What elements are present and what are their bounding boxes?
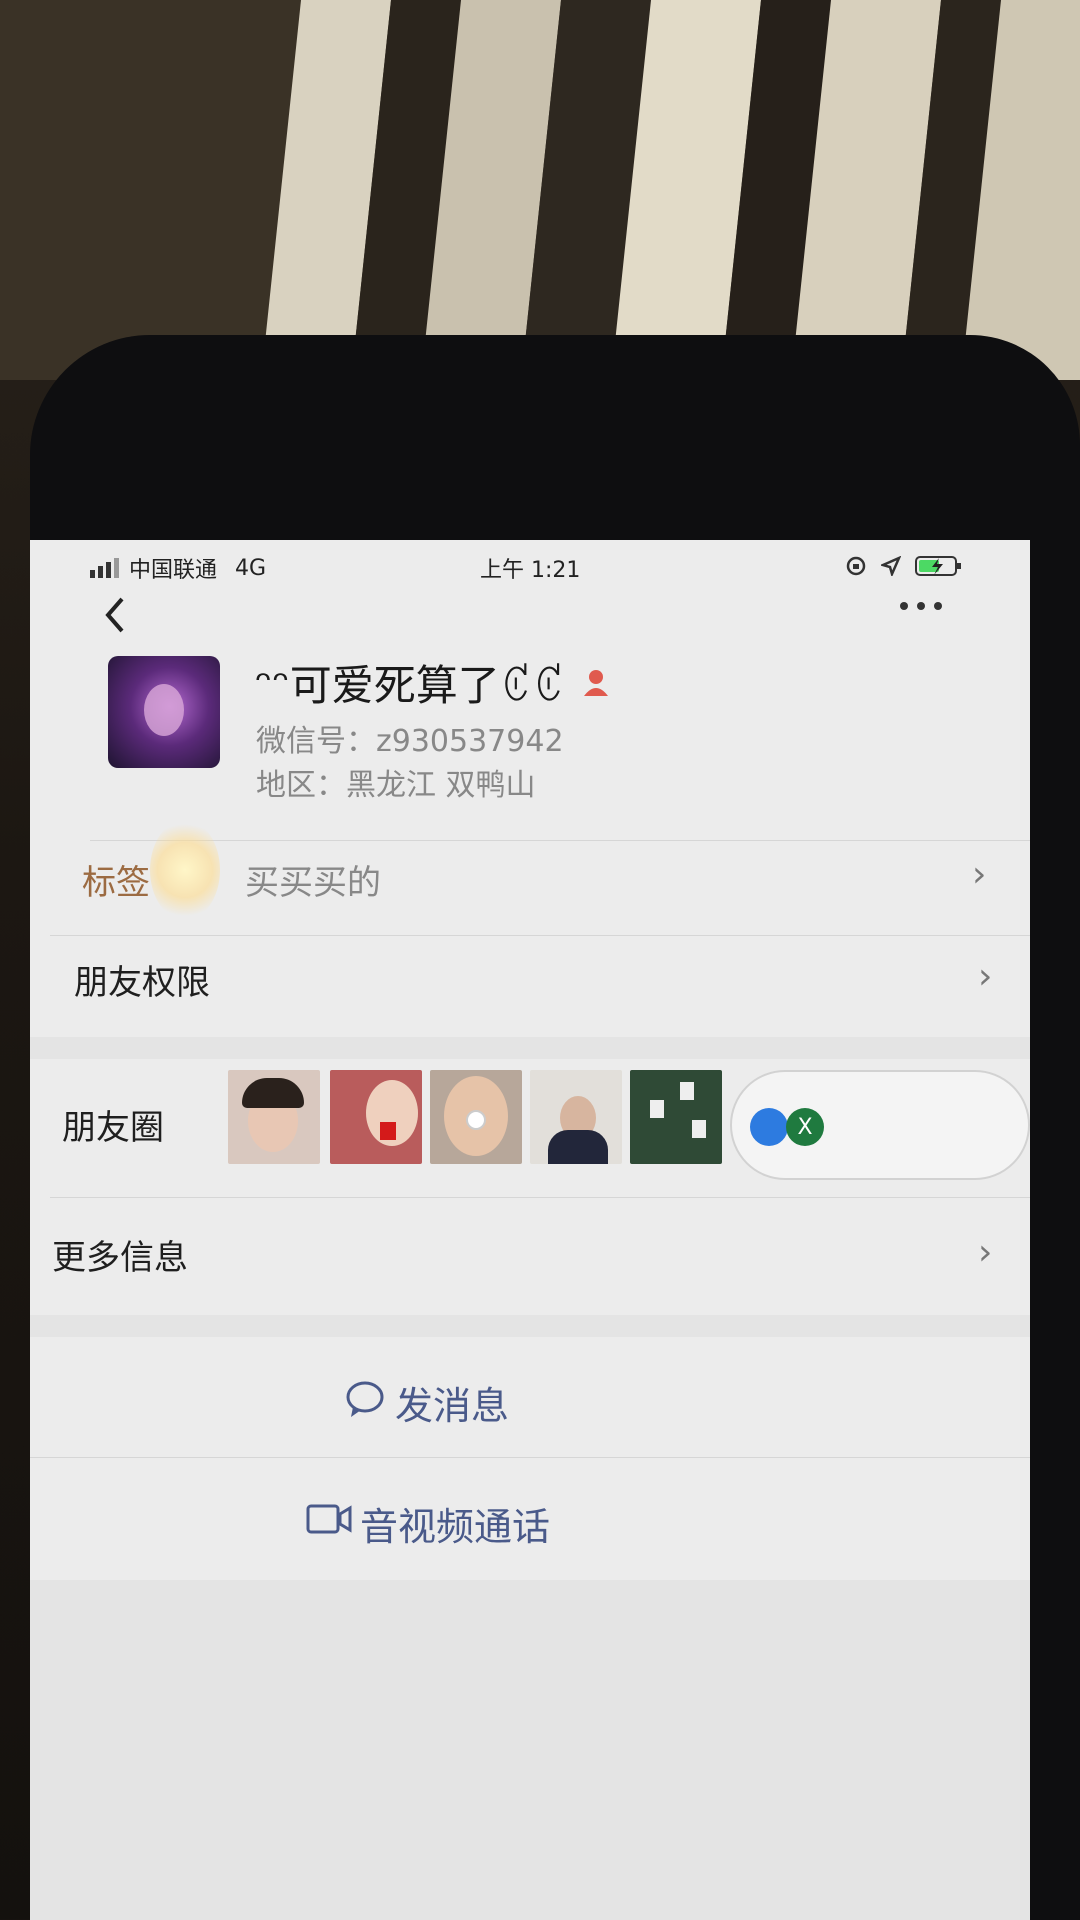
signal-icon bbox=[90, 558, 119, 578]
close-icon[interactable]: X bbox=[786, 1108, 824, 1146]
app-logo-icon bbox=[750, 1108, 788, 1146]
divider bbox=[90, 840, 1030, 841]
status-icons bbox=[845, 554, 963, 578]
send-message-button[interactable]: 发消息 bbox=[30, 1337, 1030, 1457]
moments-photo-1 bbox=[228, 1070, 320, 1164]
moments-label[interactable]: 朋友圈 bbox=[62, 1100, 164, 1149]
bottom-background bbox=[30, 1580, 1030, 1920]
video-call-button[interactable]: 音视频通话 bbox=[30, 1458, 1030, 1578]
floating-widget[interactable]: X bbox=[730, 1070, 1030, 1180]
video-camera-icon bbox=[306, 1504, 352, 1534]
region: 地区：黑龙江 双鸭山 bbox=[256, 768, 536, 803]
wechat-id: 微信号：z930537942 bbox=[256, 724, 564, 759]
back-icon[interactable] bbox=[100, 595, 130, 635]
section-gap bbox=[30, 1037, 1030, 1059]
female-icon bbox=[584, 669, 609, 696]
tags-label: 标签 bbox=[82, 863, 150, 903]
chevron-right-icon: › bbox=[972, 854, 987, 895]
section-gap bbox=[30, 1315, 1030, 1337]
moments-photo-3 bbox=[430, 1070, 522, 1164]
more-icon[interactable] bbox=[900, 602, 942, 610]
divider bbox=[50, 1197, 1030, 1198]
chat-bubble-icon bbox=[346, 1381, 384, 1417]
network-label: 4G bbox=[235, 555, 267, 581]
moments-photo-4 bbox=[530, 1070, 622, 1164]
more-info-label[interactable]: 更多信息 bbox=[52, 1230, 188, 1279]
chevron-right-icon: › bbox=[978, 1232, 993, 1273]
tags-value[interactable]: 买买买的 bbox=[245, 855, 381, 904]
divider bbox=[50, 935, 1030, 936]
profile-name-row: ᵔᵔ可爱死算了ꊐꊐ bbox=[255, 652, 611, 713]
light-glare bbox=[150, 820, 220, 920]
screen: 中国联通 4G 上午 1:21 ᵔᵔ可爱死算了ꊐꊐ 微信号：z930537942… bbox=[30, 540, 1030, 1920]
permissions-label[interactable]: 朋友权限 bbox=[74, 955, 210, 1004]
nickname: ᵔᵔ可爱死算了ꊐꊐ bbox=[255, 661, 566, 710]
moments-photo-2 bbox=[330, 1070, 422, 1164]
avatar[interactable] bbox=[108, 656, 220, 768]
battery-icon bbox=[915, 556, 961, 576]
moments-photo-5 bbox=[630, 1070, 722, 1164]
chevron-right-icon: › bbox=[978, 956, 993, 997]
video-call-label: 音视频通话 bbox=[360, 1505, 551, 1549]
carrier-label: 中国联通 bbox=[129, 558, 218, 583]
background-fabric bbox=[0, 0, 1080, 380]
status-bar: 中国联通 4G bbox=[90, 552, 266, 584]
status-time: 上午 1:21 bbox=[480, 558, 581, 583]
location-icon bbox=[881, 556, 901, 576]
rotation-lock-icon bbox=[846, 556, 866, 576]
send-message-label: 发消息 bbox=[395, 1384, 510, 1428]
